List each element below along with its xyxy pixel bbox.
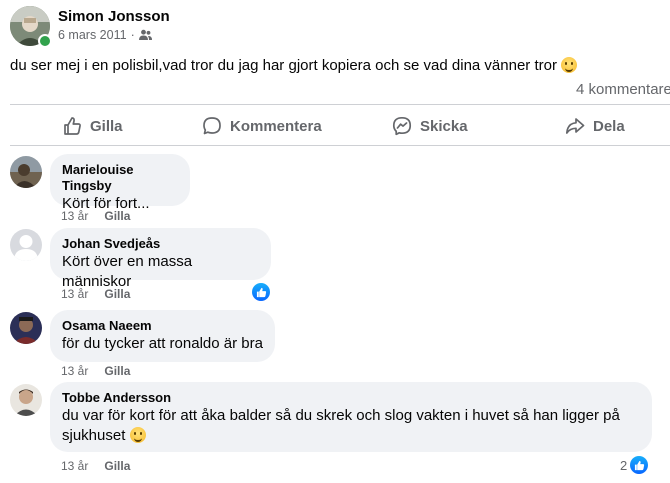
comment-bubble: Osama Naeem för du tycker att ronaldo är… — [50, 310, 275, 362]
comment-age[interactable]: 13 år — [61, 287, 88, 301]
commenter-avatar[interactable] — [10, 229, 42, 261]
comment-age[interactable]: 13 år — [61, 364, 88, 378]
like-reaction-icon — [630, 456, 649, 474]
comment-bubble: Marielouise Tingsby Kört för fort... — [50, 154, 190, 212]
divider — [10, 104, 670, 105]
commenter-name[interactable]: Tobbe Andersson — [62, 390, 640, 406]
comment-text-end: sjukhuset — [62, 427, 126, 444]
comment-meta: 13 år Gilla — [61, 209, 130, 223]
comment-count-link[interactable]: 4 kommentarer — [576, 81, 670, 98]
messenger-icon — [392, 116, 412, 136]
comment-bubble: Johan Svedjeås Kört över en massa männis… — [50, 228, 271, 290]
post-author-name[interactable]: Simon Jonsson — [58, 8, 170, 25]
comment-like-link[interactable]: Gilla — [104, 209, 130, 223]
reaction-count: 2 — [620, 457, 628, 473]
comment-meta: 13 år Gilla — [61, 364, 130, 378]
post-date[interactable]: 6 mars 2011 — [58, 28, 127, 42]
divider — [10, 145, 670, 146]
commenter-name[interactable]: Johan Svedjeås — [62, 236, 259, 252]
like-button[interactable]: Gilla — [62, 111, 123, 141]
comment-icon — [203, 117, 221, 135]
meta-separator: · — [130, 28, 135, 42]
comment-like-link[interactable]: Gilla — [104, 364, 130, 378]
comment-text: Kört över en massa människor — [62, 253, 193, 290]
like-reaction-icon[interactable] — [252, 283, 270, 301]
commenter-avatar[interactable] — [10, 156, 42, 188]
online-status-icon — [38, 34, 52, 48]
share-button-label: Dela — [593, 117, 625, 135]
comment-text: för du tycker att ronaldo är bra — [62, 335, 263, 352]
comment-bubble: Tobbe Andersson du var för kort för att … — [50, 382, 652, 452]
smiley-emoji-icon — [129, 427, 146, 443]
comment-button-label: Kommentera — [230, 117, 322, 135]
send-button[interactable]: Skicka — [392, 111, 468, 141]
post-text: du ser mej i en polisbil,vad tror du jag… — [10, 57, 557, 74]
send-button-label: Skicka — [420, 117, 468, 135]
friends-icon — [138, 29, 152, 40]
comment-like-link[interactable]: Gilla — [104, 459, 130, 473]
commenter-name[interactable]: Marielouise Tingsby — [62, 162, 178, 194]
smiley-emoji-icon — [561, 57, 578, 73]
comment-button[interactable]: Kommentera — [202, 111, 322, 141]
comment-age[interactable]: 13 år — [61, 459, 88, 473]
comment-meta: 13 år Gilla — [61, 287, 130, 301]
comment-text-line: du var för kort för att åka balder så du… — [62, 407, 620, 424]
commenter-name[interactable]: Osama Naeem — [62, 318, 263, 334]
reaction-summary[interactable]: 2 — [620, 456, 649, 474]
post-body: du ser mej i en polisbil,vad tror du jag… — [10, 57, 578, 74]
share-icon — [565, 118, 585, 134]
comment-text-line: sjukhuset — [62, 426, 640, 446]
like-button-label: Gilla — [90, 117, 123, 135]
comment-like-link[interactable]: Gilla — [104, 287, 130, 301]
commenter-avatar[interactable] — [10, 384, 42, 416]
comment-meta: 13 år Gilla — [61, 459, 130, 473]
share-button[interactable]: Dela — [565, 111, 625, 141]
thumbs-up-icon — [64, 117, 81, 135]
post-meta: 6 mars 2011 · — [58, 28, 152, 42]
commenter-avatar[interactable] — [10, 312, 42, 344]
comment-age[interactable]: 13 år — [61, 209, 88, 223]
